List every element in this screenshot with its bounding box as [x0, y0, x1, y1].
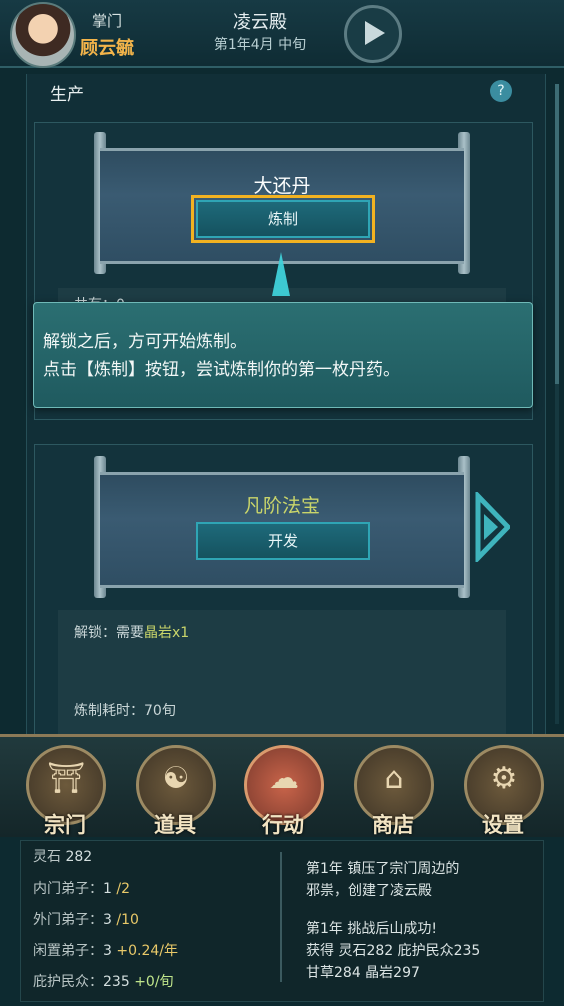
people-rate: +0/旬	[134, 974, 174, 990]
people-label: 庇护民众：	[33, 974, 103, 990]
shop-glyph: ⌂	[384, 761, 404, 796]
advance-time-button[interactable]	[344, 5, 402, 63]
recipe-name: 大还丹	[253, 175, 311, 197]
spirit-stone-value: 282	[65, 849, 93, 865]
unlock-count: x1	[172, 625, 190, 641]
unlock-label: 解锁：需要	[74, 625, 144, 641]
hall-name: 凌云殿	[233, 12, 287, 33]
nav-label-sect: 宗门	[44, 813, 86, 837]
outer-label: 外门弟子：	[33, 912, 103, 928]
scrollbar-thumb[interactable]	[555, 84, 559, 384]
stat-people: 庇护民众：235 +0/旬	[33, 971, 174, 991]
idle-rate: +0.24/年	[116, 943, 178, 959]
tooltip-line-1: 解锁之后，方可开始炼制。	[43, 332, 247, 352]
log-line-1: 第1年 镇压了宗门周边的	[306, 861, 460, 877]
inner-value: 1	[103, 881, 112, 897]
craft-time-label: 炼制耗时：	[74, 703, 144, 719]
sect-glyph: ⛩	[46, 761, 86, 796]
nav-label-settings: 设置	[482, 813, 524, 837]
recipe-info-2: 解锁：需要晶岩x1 炼制耗时：70旬	[58, 610, 506, 734]
log-line-2: 邪祟，创建了凌云殿	[306, 883, 432, 899]
log-line-5: 甘草284 晶岩297	[306, 965, 420, 981]
craft-time: 炼制耗时：70旬	[74, 700, 176, 720]
gear-glyph: ⚙	[490, 761, 518, 796]
leader-role: 掌门	[92, 12, 123, 30]
action-glyph: ☁	[269, 761, 299, 796]
nav-label-shop: 商店	[372, 813, 414, 837]
spirit-stone-label: 灵石	[33, 849, 61, 865]
help-button[interactable]: ?	[490, 80, 512, 102]
inner-label: 内门弟子：	[33, 881, 103, 897]
stat-outer-disciples: 外门弟子：3 /10	[33, 909, 139, 929]
stat-idle-disciples: 闲置弟子：3 +0.24/年	[33, 940, 178, 960]
leader-avatar[interactable]	[10, 2, 76, 68]
unlock-item: 晶岩	[144, 625, 172, 641]
status-divider	[280, 852, 282, 982]
craft-button[interactable]: 炼制	[191, 195, 375, 243]
stat-inner-disciples: 内门弟子：1 /2	[33, 878, 130, 898]
nav-action[interactable]: ☁ 行动	[240, 743, 324, 837]
develop-button[interactable]: 开发	[196, 522, 370, 560]
top-bar: 掌门 顾云毓 凌云殿 第1年4月 中旬	[0, 0, 564, 68]
game-date: 第1年4月 中旬	[213, 37, 307, 53]
bottom-nav: ⛩ 宗门 ☯ 道具 ☁ 行动 ⌂ 商店 ⚙ 设置	[0, 734, 564, 837]
next-arrow-icon[interactable]	[474, 492, 510, 562]
nav-label-action: 行动	[262, 813, 304, 837]
nav-settings[interactable]: ⚙ 设置	[460, 743, 544, 837]
stat-spirit-stone: 灵石 282	[33, 846, 92, 866]
nav-items[interactable]: ☯ 道具	[132, 743, 216, 837]
nav-sect[interactable]: ⛩ 宗门	[22, 743, 106, 837]
leader-name: 顾云毓	[80, 38, 134, 59]
people-value: 235	[103, 974, 130, 990]
nav-label-items: 道具	[154, 813, 196, 837]
outer-value: 3	[103, 912, 112, 928]
idle-value: 3	[103, 943, 112, 959]
log-line-4: 获得 灵石282 庇护民众235	[306, 943, 481, 959]
inner-max: /2	[116, 881, 130, 897]
idle-label: 闲置弟子：	[33, 943, 103, 959]
log-line-3: 第1年 挑战后山成功!	[306, 921, 437, 937]
guide-arrow-icon	[272, 252, 290, 296]
tutorial-tooltip[interactable]: 解锁之后，方可开始炼制。 点击【炼制】按钮，尝试炼制你的第一枚丹药。	[33, 302, 533, 408]
unlock-requirement: 解锁：需要晶岩x1	[74, 622, 189, 642]
nav-shop[interactable]: ⌂ 商店	[350, 743, 434, 837]
outer-max: /10	[116, 912, 139, 928]
bag-glyph: ☯	[162, 761, 190, 796]
play-icon	[365, 21, 385, 45]
recipe-name-2: 凡阶法宝	[243, 495, 320, 517]
craft-time-value: 70旬	[144, 703, 176, 719]
section-title: 生产	[50, 85, 84, 105]
tooltip-line-2: 点击【炼制】按钮，尝试炼制你的第一枚丹药。	[43, 360, 400, 380]
